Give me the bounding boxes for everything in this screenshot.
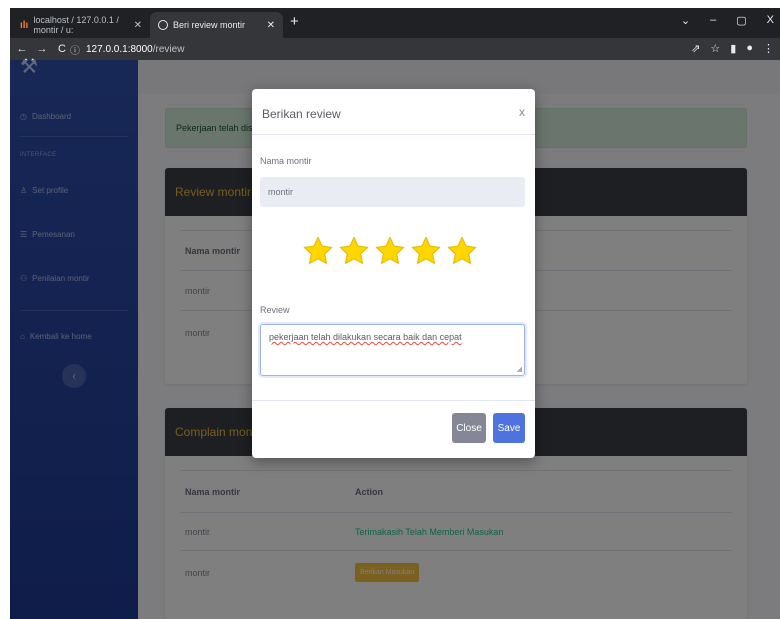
star-icon[interactable]: [302, 235, 334, 267]
review-textarea[interactable]: pekerjaan telah dilakukan secara baik da…: [260, 324, 525, 376]
resize-handle-icon[interactable]: ◢: [517, 365, 522, 373]
browser-tab-active[interactable]: Beri review montir ✕: [150, 12, 283, 38]
menu-icon[interactable]: ⋮: [763, 42, 774, 55]
browser-toolbar: ← → C ⓘ 127.0.0.1:8000/review ⇗ ☆ ▮ ● ⋮: [10, 38, 780, 60]
browser-window: ılı localhost / 127.0.0.1 / montir / u: …: [10, 8, 780, 619]
maximize-icon[interactable]: ▢: [736, 14, 746, 27]
url-host: 127.0.0.1:8000: [86, 43, 153, 55]
close-icon[interactable]: x: [519, 105, 525, 119]
star-rating[interactable]: [302, 235, 478, 267]
modal-title: Berikan review: [262, 107, 341, 121]
new-tab-icon[interactable]: +: [290, 13, 299, 30]
close-tab-icon[interactable]: ✕: [134, 20, 142, 31]
modal-header-divider: [252, 134, 535, 135]
tab-title: Beri review montir: [173, 20, 246, 30]
globe-icon: [158, 20, 168, 30]
montir-name-field[interactable]: montir: [260, 177, 525, 207]
name-label: Nama montir: [260, 156, 312, 166]
url-path: /review: [152, 43, 185, 55]
close-button[interactable]: Close: [452, 413, 486, 443]
minimize-icon[interactable]: –: [710, 14, 716, 27]
window-controls: ⌄ – ▢ X: [681, 14, 774, 27]
review-text: pekerjaan telah dilakukan secara baik da…: [269, 332, 462, 342]
profile-icon[interactable]: ●: [746, 42, 753, 55]
close-window-icon[interactable]: X: [767, 14, 774, 27]
review-label: Review: [260, 305, 290, 315]
xampp-icon: ılı: [20, 19, 29, 31]
tab-title: localhost / 127.0.0.1 / montir / u:: [33, 15, 119, 35]
address-bar[interactable]: ⓘ 127.0.0.1:8000/review: [70, 41, 660, 57]
close-tab-icon[interactable]: ✕: [267, 20, 275, 31]
star-icon[interactable]: [410, 235, 442, 267]
star-icon[interactable]: [338, 235, 370, 267]
browser-tab[interactable]: ılı localhost / 127.0.0.1 / montir / u: …: [12, 12, 150, 38]
browser-tabbar: ılı localhost / 127.0.0.1 / montir / u: …: [10, 8, 780, 38]
review-modal: Berikan review x Nama montir montir Revi…: [252, 89, 535, 458]
star-icon[interactable]: [446, 235, 478, 267]
toolbar-actions: ⇗ ☆ ▮ ● ⋮: [691, 42, 774, 55]
sidepanel-icon[interactable]: ▮: [730, 42, 736, 55]
info-icon[interactable]: ⓘ: [70, 42, 80, 57]
share-icon[interactable]: ⇗: [691, 42, 700, 55]
modal-footer-divider: [252, 400, 535, 401]
tab-search-icon[interactable]: ⌄: [681, 14, 690, 27]
star-icon[interactable]: [374, 235, 406, 267]
bookmark-star-icon[interactable]: ☆: [710, 42, 720, 55]
reload-icon[interactable]: C: [54, 43, 70, 55]
save-button[interactable]: Save: [493, 413, 525, 443]
